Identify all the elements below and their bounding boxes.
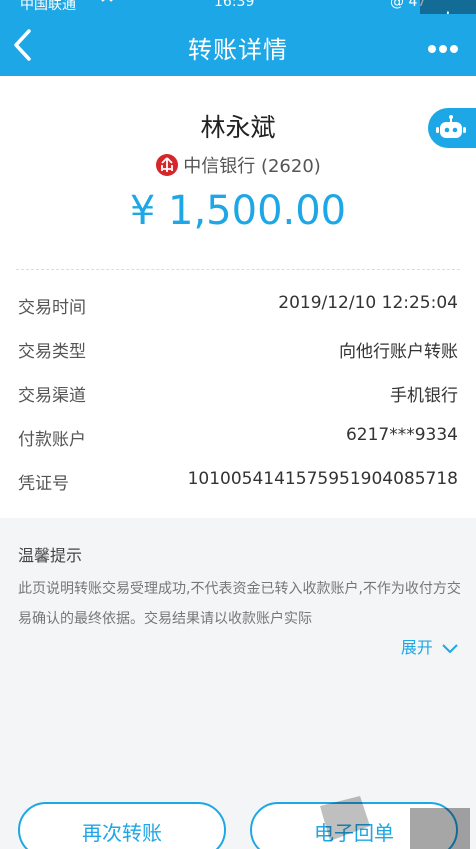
expand-button[interactable]: 展开 <box>401 634 458 658</box>
expand-label: 展开 <box>400 638 433 657</box>
detail-label: 付款账户 <box>18 430 86 450</box>
detail-row-account: 付款账户 6217***9334 <box>18 425 458 453</box>
page-title: 转账详情 <box>188 36 288 64</box>
tips-title: 温馨提示 <box>18 546 83 565</box>
dashed-divider <box>16 269 460 270</box>
chevron-down-icon <box>442 644 458 654</box>
detail-label: 交易渠道 <box>18 386 86 406</box>
tips-section: 温馨提示 此页说明转账交易受理成功,不代表资金已转入收款账户,不作为收付方交易确… <box>0 518 476 668</box>
detail-row-channel: 交易渠道 手机银行 <box>18 381 458 409</box>
transfer-amount: ¥ 1,500.00 <box>129 188 347 234</box>
watermark-logo-icon <box>320 796 470 849</box>
detail-row-voucher: 凭证号 1010054141575951904085718 <box>18 469 458 497</box>
more-button[interactable] <box>428 38 462 53</box>
robot-icon <box>436 115 466 138</box>
transfer-card: 林永斌 中信银行 (2620) ¥ 1,500.00 交易时间 2019/12/… <box>0 76 476 518</box>
wifi-icon <box>98 0 116 12</box>
carrier-label: 中国联通 <box>20 0 76 13</box>
location-icon: @ <box>390 0 409 10</box>
detail-label: 交易类型 <box>18 342 86 362</box>
detail-row-type: 交易类型 向他行账户转账 <box>18 337 458 365</box>
detail-label: 凭证号 <box>18 474 69 494</box>
detail-value: 1010054141575951904085718 <box>187 469 458 489</box>
more-dot-icon <box>439 45 447 53</box>
detail-label: 交易时间 <box>18 298 86 318</box>
status-bar: 中国联通 16:39 @ 47 <box>0 0 476 14</box>
account-suffix: (2620) <box>260 156 321 177</box>
clock: 16:39 <box>214 0 255 10</box>
detail-row-time: 交易时间 2019/12/10 12:25:04 <box>18 293 458 321</box>
bank-name: 中信银行 <box>183 156 256 177</box>
detail-value: 2019/12/10 12:25:04 <box>278 293 458 313</box>
payee-name: 林永斌 <box>200 113 276 142</box>
nav-bar: 转账详情 <box>0 14 476 76</box>
transfer-again-button[interactable]: 再次转账 <box>18 802 226 849</box>
more-dot-icon <box>450 45 458 53</box>
bank-line: 中信银行 (2620) <box>0 152 476 178</box>
detail-value: 6217***9334 <box>345 425 458 445</box>
detail-value: 手机银行 <box>390 386 458 406</box>
more-dot-icon <box>428 45 436 53</box>
citic-bank-logo-icon <box>155 153 179 177</box>
tips-text: 此页说明转账交易受理成功,不代表资金已转入收款账户,不作为收付方交易确认的最终依… <box>18 581 461 627</box>
assistant-button[interactable] <box>428 108 476 148</box>
detail-value: 向他行账户转账 <box>339 342 458 362</box>
